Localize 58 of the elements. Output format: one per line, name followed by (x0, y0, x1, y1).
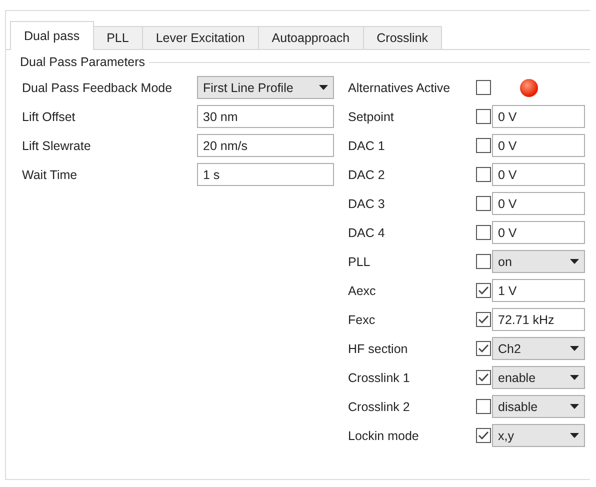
input-field[interactable]: 0 V (492, 221, 585, 244)
field-label: DAC 3 (348, 196, 386, 210)
tab[interactable]: PLL (92, 26, 143, 49)
checkbox[interactable] (476, 138, 491, 153)
field-label: Dual Pass Feedback Mode (22, 80, 174, 94)
field-label: Aexc (348, 284, 377, 298)
checkbox[interactable] (476, 370, 491, 385)
tab[interactable]: Crosslink (362, 26, 442, 49)
field-label: PLL (348, 254, 372, 268)
input-field[interactable]: 0 V (492, 163, 585, 186)
dropdown[interactable]: disable (492, 395, 585, 418)
dropdown[interactable]: on (492, 250, 585, 273)
caret-icon (570, 346, 579, 351)
checkbox[interactable] (476, 312, 491, 327)
checkbox[interactable] (476, 254, 491, 269)
dropdown[interactable]: x,y (492, 424, 585, 447)
field-label: Setpoint (348, 110, 395, 124)
checkbox[interactable] (476, 80, 491, 95)
caret-icon (570, 404, 579, 409)
checkbox[interactable] (476, 283, 491, 298)
input-field[interactable]: 72.71 kHz (492, 308, 585, 331)
field-label: Fexc (348, 312, 376, 326)
input-field[interactable]: 1 V (492, 279, 585, 302)
input-field[interactable]: 0 V (492, 134, 585, 157)
input-field[interactable]: 20 nm/s (197, 134, 334, 157)
tab[interactable]: Lever Excitation (142, 26, 259, 49)
field-label: Lockin mode (348, 428, 420, 442)
input-field[interactable]: 0 V (492, 105, 585, 128)
field-label: Crosslink 2 (348, 400, 411, 414)
checkbox[interactable] (476, 341, 491, 356)
field-label: Alternatives Active (348, 80, 452, 94)
tab[interactable]: Dual pass (10, 21, 94, 50)
checkbox[interactable] (476, 109, 491, 124)
input-field[interactable]: 1 s (197, 163, 334, 186)
field-label: Lift Slewrate (22, 138, 92, 152)
dropdown[interactable]: Ch2 (492, 337, 585, 360)
group-title: Dual Pass Parameters (20, 55, 146, 69)
field-label: Crosslink 1 (348, 370, 411, 384)
field-label: DAC 4 (348, 226, 386, 240)
field-label: DAC 2 (348, 168, 386, 182)
checkbox[interactable] (476, 167, 491, 182)
field-label: Wait Time (22, 168, 78, 182)
dropdown[interactable]: First Line Profile (197, 76, 334, 99)
dropdown[interactable]: enable (492, 366, 585, 389)
checkbox[interactable] (476, 399, 491, 414)
field-label: Lift Offset (22, 110, 76, 124)
field-label: DAC 1 (348, 138, 386, 152)
caret-icon (570, 375, 579, 380)
checkbox[interactable] (476, 428, 491, 443)
input-field[interactable]: 0 V (492, 192, 585, 215)
checkbox[interactable] (476, 196, 491, 211)
tab[interactable]: Autoapproach (258, 26, 364, 49)
checkbox[interactable] (476, 225, 491, 240)
field-label: HF section (348, 342, 409, 356)
caret-icon (570, 259, 579, 264)
caret-icon (319, 85, 328, 90)
input-field[interactable]: 30 nm (197, 105, 334, 128)
caret-icon (570, 433, 579, 438)
